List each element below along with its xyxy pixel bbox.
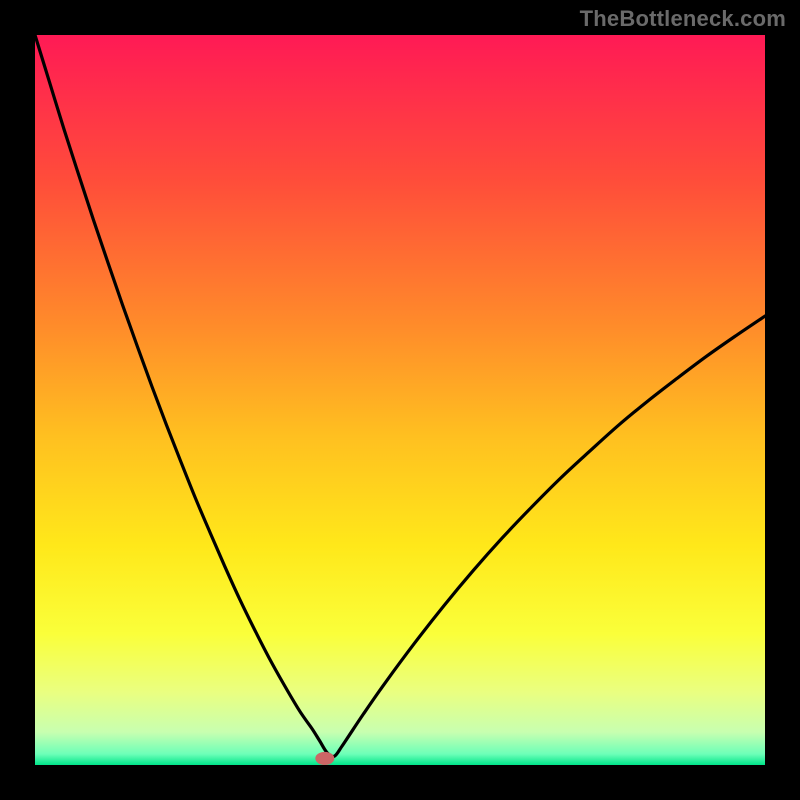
plot-svg: [35, 35, 765, 765]
plot-background: [35, 35, 765, 765]
watermark-text: TheBottleneck.com: [580, 6, 786, 32]
stage: TheBottleneck.com: [0, 0, 800, 800]
bottleneck-plot: [35, 35, 765, 765]
optimum-marker: [315, 752, 334, 765]
